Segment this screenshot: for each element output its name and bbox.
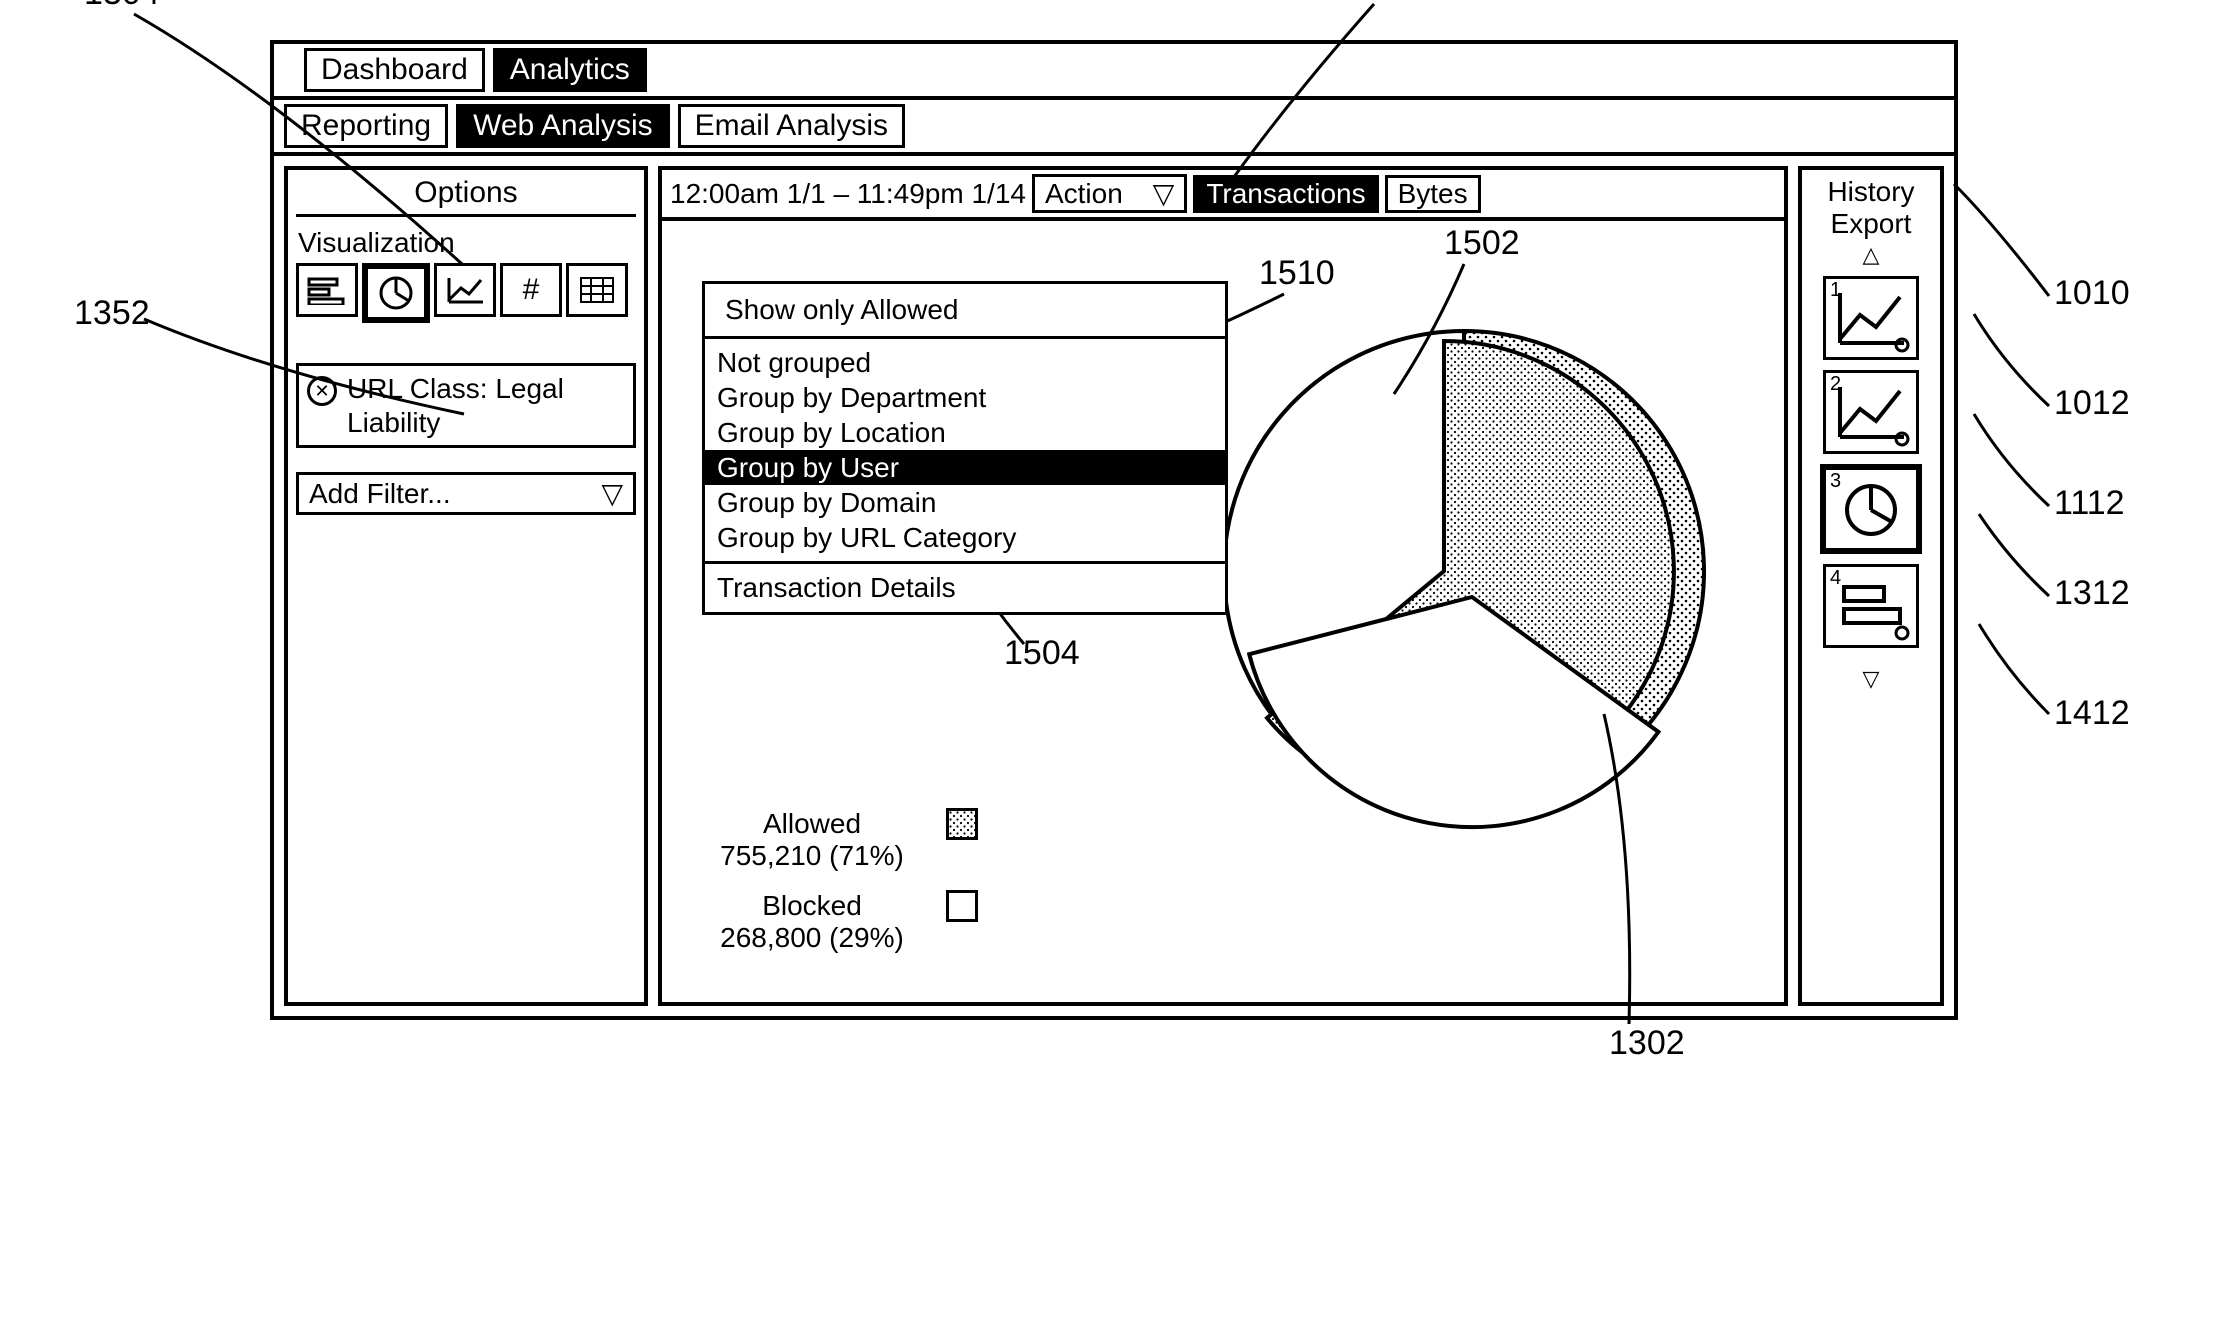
- action-dropdown-label: Action: [1045, 178, 1123, 210]
- legend-blocked: Blocked 268,800 (29%): [692, 890, 976, 954]
- date-range: 12:00am 1/1 – 11:49pm 1/14: [670, 178, 1026, 210]
- filter-chip: ✕ URL Class: Legal Liability: [296, 363, 636, 448]
- svg-text:1012: 1012: [2054, 384, 2130, 422]
- viz-number-icon[interactable]: #: [500, 263, 562, 317]
- add-filter-label: Add Filter...: [309, 478, 451, 510]
- options-panel: Options Visualization # ✕ URL Cl: [284, 166, 648, 1006]
- chart-panel: 12:00am 1/1 – 11:49pm 1/14 Action ▽ Tran…: [658, 166, 1788, 1006]
- remove-filter-icon[interactable]: ✕: [307, 376, 337, 406]
- svg-text:1010: 1010: [2054, 274, 2130, 312]
- chevron-down-icon: ▽: [601, 477, 623, 510]
- export-button[interactable]: Export: [1831, 208, 1912, 240]
- legend-allowed-detail: 755,210 (71%): [692, 840, 932, 872]
- viz-table-icon[interactable]: [566, 263, 628, 317]
- svg-text:1302: 1302: [1609, 1024, 1685, 1062]
- history-thumb-2[interactable]: 2: [1823, 370, 1919, 454]
- svg-text:1112: 1112: [2054, 484, 2125, 522]
- history-thumb-4[interactable]: 4: [1823, 564, 1919, 648]
- filter-chip-label: URL Class: Legal Liability: [347, 372, 625, 439]
- action-dropdown[interactable]: Action ▽: [1032, 174, 1187, 213]
- history-thumbnails: △ 1 2 3 4 ▽: [1820, 244, 1922, 690]
- primary-tab-row: Dashboard Analytics: [274, 44, 1954, 100]
- tab-web-analysis[interactable]: Web Analysis: [456, 104, 670, 148]
- menu-not-grouped[interactable]: Not grouped: [705, 345, 1225, 380]
- legend-allowed-swatch: [946, 808, 978, 840]
- visualization-toolbar: #: [296, 263, 636, 323]
- history-heading: History: [1827, 176, 1914, 208]
- viz-pie-icon[interactable]: [362, 263, 430, 323]
- chart-topbar: 12:00am 1/1 – 11:49pm 1/14 Action ▽ Tran…: [662, 170, 1784, 221]
- history-thumb-3[interactable]: 3: [1820, 464, 1922, 554]
- menu-group-department[interactable]: Group by Department: [705, 380, 1225, 415]
- scroll-down-icon[interactable]: ▽: [1863, 668, 1880, 690]
- viz-line-icon[interactable]: [434, 263, 496, 317]
- add-filter-dropdown[interactable]: Add Filter... ▽: [296, 472, 636, 515]
- scroll-up-icon[interactable]: △: [1863, 244, 1880, 266]
- chevron-down-icon: ▽: [1153, 177, 1175, 210]
- main-grid: Options Visualization # ✕ URL Cl: [274, 156, 1954, 1016]
- menu-group-user[interactable]: Group by User: [705, 450, 1225, 485]
- toggle-transactions[interactable]: Transactions: [1193, 175, 1378, 213]
- menu-group-domain[interactable]: Group by Domain: [705, 485, 1225, 520]
- legend-allowed: Allowed 755,210 (71%): [692, 808, 976, 872]
- tab-email-analysis[interactable]: Email Analysis: [678, 104, 905, 148]
- legend-blocked-detail: 268,800 (29%): [692, 922, 932, 954]
- tab-analytics[interactable]: Analytics: [493, 48, 647, 92]
- context-menu-group: Not grouped Group by Department Group by…: [705, 339, 1225, 561]
- legend-allowed-name: Allowed: [692, 808, 932, 840]
- svg-text:1312: 1312: [2054, 574, 2130, 612]
- toggle-bytes[interactable]: Bytes: [1385, 175, 1481, 213]
- menu-group-url-category[interactable]: Group by URL Category: [705, 520, 1225, 555]
- options-heading: Options: [296, 176, 636, 217]
- svg-text:1212: 1212: [1364, 0, 1440, 2]
- svg-text:1352: 1352: [74, 294, 150, 332]
- legend-blocked-name: Blocked: [692, 890, 932, 922]
- menu-group-location[interactable]: Group by Location: [705, 415, 1225, 450]
- svg-text:1304: 1304: [84, 0, 160, 12]
- legend-blocked-swatch: [946, 890, 978, 922]
- pie-chart-svg: [1184, 301, 1744, 861]
- visualization-label: Visualization: [298, 227, 634, 259]
- menu-transaction-details[interactable]: Transaction Details: [705, 561, 1225, 612]
- history-panel: History Export △ 1 2 3 4: [1798, 166, 1944, 1006]
- context-menu-header[interactable]: Show only Allowed: [705, 284, 1225, 339]
- context-menu: Show only Allowed Not grouped Group by D…: [702, 281, 1228, 615]
- secondary-tab-row: Reporting Web Analysis Email Analysis: [274, 100, 1954, 156]
- chart-area: Show only Allowed Not grouped Group by D…: [662, 221, 1784, 1002]
- tab-reporting[interactable]: Reporting: [284, 104, 448, 148]
- app-window: Dashboard Analytics Reporting Web Analys…: [270, 40, 1958, 1020]
- tab-dashboard[interactable]: Dashboard: [304, 48, 485, 92]
- history-thumb-1[interactable]: 1: [1823, 276, 1919, 360]
- svg-text:1412: 1412: [2054, 694, 2130, 732]
- legend: Allowed 755,210 (71%) Blocked 268,800 (2…: [692, 808, 976, 972]
- viz-bar-icon[interactable]: [296, 263, 358, 317]
